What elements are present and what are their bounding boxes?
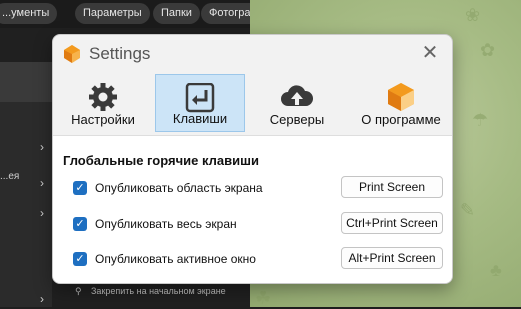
hotkey-row: ✓ Опубликовать активное окно Alt+Print S… xyxy=(73,247,443,271)
app-logo-icon xyxy=(388,83,414,111)
filter-chip[interactable]: Папки xyxy=(153,3,200,24)
close-button[interactable]: ✕ xyxy=(420,43,440,63)
settings-dialog: Settings ✕ Настройки Клавиши Серверы О п… xyxy=(52,34,453,284)
tab-label: Клавиши xyxy=(172,111,228,126)
sidebar-text: ...ея xyxy=(0,171,20,182)
dialog-titlebar[interactable]: Settings ✕ xyxy=(53,35,452,71)
settings-tabbar: Настройки Клавиши Серверы О программе xyxy=(53,71,452,136)
filter-chip[interactable]: Параметры xyxy=(75,3,150,24)
chevron-right-icon[interactable]: › xyxy=(40,206,44,220)
section-title: Глобальные горячие клавиши xyxy=(63,153,259,168)
tab-settings[interactable]: Настройки xyxy=(57,74,149,132)
cloud-upload-icon xyxy=(281,85,314,106)
tab-about[interactable]: О программе xyxy=(353,74,449,132)
dialog-title: Settings xyxy=(89,44,151,63)
doodle-icon: ✎ xyxy=(460,200,476,220)
doodle-icon: ☘ xyxy=(255,288,272,308)
hotkey-button[interactable]: Alt+Print Screen xyxy=(341,247,443,269)
chevron-right-icon[interactable]: › xyxy=(40,176,44,190)
doodle-icon: ☂ xyxy=(472,110,489,130)
checkbox-publish-active-window[interactable]: ✓ xyxy=(73,252,87,266)
hotkey-label: Опубликовать активное окно xyxy=(95,252,256,266)
hotkey-label: Опубликовать весь экран xyxy=(95,217,237,231)
hotkey-button[interactable]: Ctrl+Print Screen xyxy=(341,212,443,234)
checkbox-publish-region[interactable]: ✓ xyxy=(73,181,87,195)
doodle-icon: ♣ xyxy=(490,260,502,280)
pin-to-start-label: Закрепить на начальном экране xyxy=(91,286,226,296)
tab-label: Серверы xyxy=(269,112,325,127)
checkbox-publish-fullscreen[interactable]: ✓ xyxy=(73,217,87,231)
app-logo-icon xyxy=(64,45,80,63)
hotkey-row: ✓ Опубликовать весь экран Ctrl+Print Scr… xyxy=(73,212,443,236)
tab-label: О программе xyxy=(361,112,441,127)
filter-chip[interactable]: ...ументы xyxy=(0,3,58,24)
doodle-icon: ✿ xyxy=(480,40,496,60)
chevron-right-icon[interactable]: › xyxy=(40,292,44,306)
hotkeys-panel: Глобальные горячие клавиши ✓ Опубликоват… xyxy=(53,136,452,283)
chevron-right-icon[interactable]: › xyxy=(40,140,44,154)
background-filter-bar: ...ументы Параметры Папки Фотографии xyxy=(0,0,280,28)
tab-servers[interactable]: Серверы xyxy=(251,74,343,132)
hotkey-label: Опубликовать область экрана xyxy=(95,181,263,195)
enter-key-icon xyxy=(185,83,215,113)
sidebar-selected-item[interactable] xyxy=(0,62,52,102)
hotkey-row: ✓ Опубликовать область экрана Print Scre… xyxy=(73,176,443,200)
doodle-icon: ❀ xyxy=(465,5,481,25)
tab-hotkeys[interactable]: Клавиши xyxy=(155,74,245,132)
tab-label: Настройки xyxy=(71,112,135,127)
background-sidebar xyxy=(0,62,52,307)
gear-icon xyxy=(89,83,117,111)
hotkey-button[interactable]: Print Screen xyxy=(341,176,443,198)
